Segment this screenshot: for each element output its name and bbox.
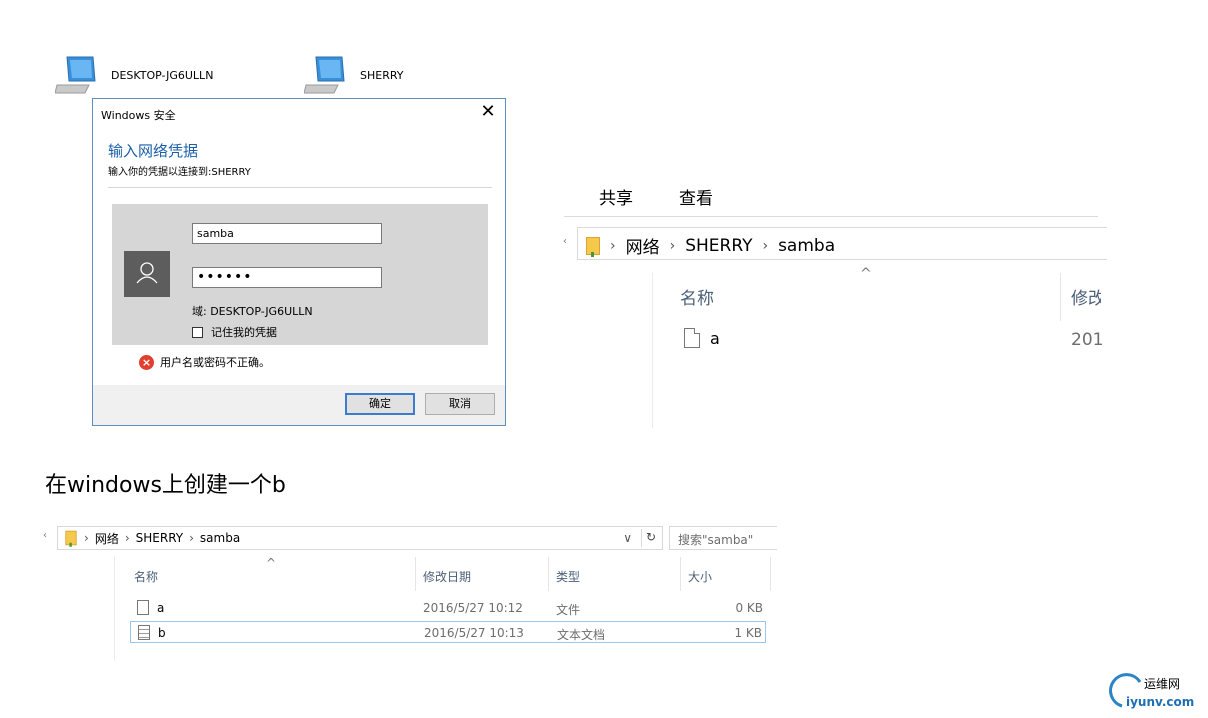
ribbon-divider bbox=[564, 216, 1098, 217]
close-icon[interactable]: ✕ bbox=[477, 101, 499, 123]
column-divider bbox=[770, 557, 771, 591]
dialog-heading: 输入网络凭据 bbox=[108, 142, 199, 160]
chevron-right-icon: › bbox=[189, 531, 194, 545]
error-text: 用户名或密码不正确。 bbox=[160, 356, 270, 369]
caption-text: 在windows上创建一个b bbox=[45, 473, 286, 498]
pane-divider bbox=[652, 273, 653, 428]
file-name: b bbox=[158, 626, 166, 640]
chevron-right-icon: › bbox=[669, 237, 676, 254]
column-divider bbox=[680, 557, 681, 591]
error-message: × 用户名或密码不正确。 bbox=[139, 354, 270, 370]
watermark-cn: 运维网 bbox=[1144, 677, 1180, 691]
remember-checkbox[interactable] bbox=[192, 326, 203, 338]
file-name: a bbox=[710, 328, 720, 348]
network-computer-desktop[interactable]: DESKTOP-JG6ULLN bbox=[55, 55, 213, 95]
file-icon bbox=[137, 600, 149, 615]
chevron-right-icon: › bbox=[610, 237, 616, 254]
ok-button[interactable]: 确定 bbox=[345, 393, 415, 415]
file-date: 2016/5/27 10:13 bbox=[424, 626, 524, 640]
dialog-footer: 确定 取消 bbox=[93, 385, 505, 425]
computer-name: DESKTOP-JG6ULLN bbox=[111, 68, 214, 82]
file-icon bbox=[684, 328, 700, 348]
computer-icon bbox=[55, 56, 96, 94]
user-avatar-icon bbox=[124, 251, 170, 297]
refresh-icon[interactable]: ↻ bbox=[646, 530, 656, 544]
divider bbox=[641, 529, 642, 547]
file-size: 0 KB bbox=[735, 601, 763, 615]
file-size: 1 KB bbox=[734, 626, 762, 640]
remember-credentials[interactable]: 记住我的凭据 bbox=[192, 324, 277, 340]
chevron-right-icon: › bbox=[124, 531, 130, 545]
cancel-button[interactable]: 取消 bbox=[425, 393, 495, 415]
breadcrumb-sherry[interactable]: SHERRY bbox=[685, 236, 752, 256]
file-name: a bbox=[157, 601, 165, 615]
column-header-size[interactable]: 大小 bbox=[688, 568, 712, 585]
column-header-name[interactable]: 名称 bbox=[680, 284, 714, 309]
chevron-right-icon: › bbox=[84, 531, 89, 545]
password-input[interactable] bbox=[192, 267, 382, 288]
sort-ascending-icon: ^ bbox=[860, 266, 872, 282]
error-icon: × bbox=[139, 354, 154, 370]
credential-dialog: Windows 安全 ✕ 输入网络凭据 输入你的凭据以连接到:SHERRY 域:… bbox=[92, 98, 506, 426]
file-date: 2016/5/27 10:12 bbox=[423, 601, 523, 615]
search-input[interactable]: 搜索"samba" bbox=[669, 526, 777, 550]
file-type: 文本文档 bbox=[557, 628, 606, 642]
watermark-logo: 运维网 iyunv.com bbox=[1104, 672, 1204, 716]
breadcrumb-samba[interactable]: samba bbox=[200, 531, 240, 545]
chevron-down-icon[interactable]: ∨ bbox=[623, 531, 632, 545]
network-folder-icon bbox=[586, 236, 600, 257]
file-type: 文件 bbox=[556, 603, 581, 617]
chevron-right-icon: › bbox=[762, 237, 769, 254]
text-file-icon bbox=[138, 625, 150, 640]
column-header-modified[interactable]: 修改 bbox=[1071, 284, 1101, 309]
column-header-type[interactable]: 类型 bbox=[556, 568, 580, 585]
tab-share[interactable]: 共享 bbox=[599, 184, 633, 209]
domain-label: 域: DESKTOP-JG6ULLN bbox=[192, 305, 313, 318]
file-row-a[interactable]: a 2016/5/27 10:12 文件 0 KB bbox=[130, 597, 766, 619]
tab-view[interactable]: 查看 bbox=[679, 184, 713, 209]
breadcrumb-sherry[interactable]: SHERRY bbox=[136, 531, 183, 545]
column-divider bbox=[548, 557, 549, 591]
column-divider bbox=[1060, 273, 1061, 321]
username-input[interactable] bbox=[192, 223, 382, 244]
network-computer-sherry[interactable]: SHERRY bbox=[304, 55, 404, 95]
file-date: 201 bbox=[1071, 330, 1104, 350]
remember-label: 记住我的凭据 bbox=[211, 326, 277, 339]
breadcrumb-samba[interactable]: samba bbox=[778, 236, 835, 256]
address-bar[interactable]: › 网络 › SHERRY › samba bbox=[577, 227, 1107, 260]
file-row-a[interactable]: a bbox=[684, 328, 720, 348]
back-chevron-icon[interactable]: ‹ bbox=[43, 530, 47, 541]
column-divider bbox=[415, 557, 416, 591]
computer-icon bbox=[304, 56, 345, 94]
breadcrumb-network[interactable]: 网络 bbox=[95, 530, 119, 547]
column-header-date[interactable]: 修改日期 bbox=[423, 568, 471, 585]
divider bbox=[108, 187, 492, 188]
computer-name: SHERRY bbox=[360, 68, 404, 82]
sort-ascending-icon: ^ bbox=[266, 556, 277, 570]
column-header-name[interactable]: 名称 bbox=[134, 568, 158, 585]
watermark-url: iyunv.com bbox=[1126, 695, 1194, 709]
address-bar[interactable]: › 网络 › SHERRY › samba ∨ ↻ bbox=[57, 526, 663, 550]
pane-divider bbox=[114, 556, 115, 661]
dialog-title: Windows 安全 bbox=[101, 109, 176, 122]
breadcrumb-network[interactable]: 网络 bbox=[626, 233, 660, 258]
file-row-b[interactable]: b 2016/5/27 10:13 文本文档 1 KB bbox=[130, 621, 766, 643]
credential-panel: 域: DESKTOP-JG6ULLN 记住我的凭据 bbox=[112, 204, 488, 345]
network-folder-icon bbox=[65, 530, 77, 547]
dialog-subheading: 输入你的凭据以连接到:SHERRY bbox=[108, 167, 251, 178]
back-chevron-icon[interactable]: ‹ bbox=[563, 236, 567, 247]
